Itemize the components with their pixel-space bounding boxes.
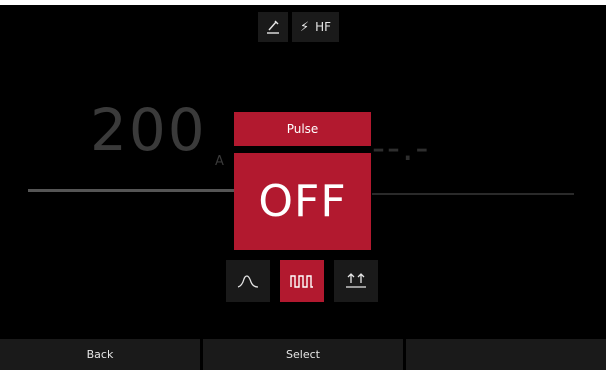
- current-value: 200: [90, 96, 207, 164]
- status-icons: ⚡ HF: [258, 12, 340, 42]
- square-wave-icon: [290, 275, 313, 288]
- back-button[interactable]: Back: [0, 339, 200, 370]
- up-arrows-icon: [346, 273, 366, 288]
- right-softkey-button[interactable]: [406, 339, 606, 370]
- pulse-2t-4t-mode-button[interactable]: [334, 260, 378, 302]
- weld-mode-indicator: [258, 12, 288, 42]
- hf-indicator: ⚡ HF: [292, 12, 340, 42]
- value-rail-left: [28, 189, 238, 192]
- welder-screen: ⚡ HF 200 A --.- Pulse OFF Back Select: [0, 0, 606, 370]
- softkey-bar: Back Select: [0, 339, 606, 370]
- secondary-value: --.-: [372, 128, 431, 169]
- slope-curve-icon: [237, 275, 259, 288]
- current-unit: A: [215, 154, 224, 169]
- pulse-slope-mode-button[interactable]: [226, 260, 270, 302]
- torch-electrode-icon: [267, 20, 279, 34]
- pulse-square-mode-button[interactable]: [280, 260, 324, 302]
- pulse-title: Pulse: [234, 112, 371, 146]
- pulse-value-button[interactable]: OFF: [234, 153, 371, 250]
- value-rail-right: [372, 193, 574, 195]
- select-button[interactable]: Select: [203, 339, 403, 370]
- lightning-icon: ⚡: [300, 19, 310, 35]
- hf-label: HF: [315, 20, 332, 34]
- top-border-line: [0, 5, 140, 6]
